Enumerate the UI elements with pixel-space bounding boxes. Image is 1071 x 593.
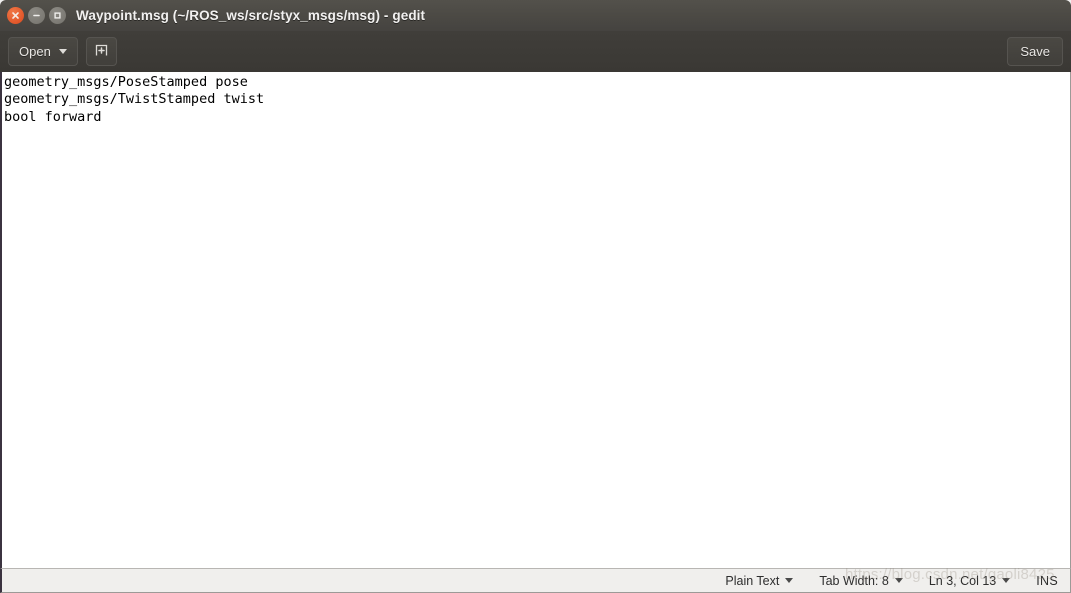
- open-button[interactable]: Open: [8, 37, 78, 66]
- chevron-down-icon: [58, 49, 67, 54]
- cursor-position-label: Ln 3, Col 13: [928, 573, 997, 588]
- minimize-icon[interactable]: [28, 7, 45, 24]
- toolbar-left-group: Open: [8, 37, 117, 66]
- toolbar-right-group: Save: [1007, 37, 1063, 66]
- chevron-down-icon: [1002, 578, 1011, 583]
- window-controls: [7, 7, 66, 24]
- window-title: Waypoint.msg (~/ROS_ws/src/styx_msgs/msg…: [76, 8, 426, 23]
- save-button[interactable]: Save: [1007, 37, 1063, 66]
- insert-mode-label: INS: [1036, 573, 1058, 588]
- language-selector[interactable]: Plain Text: [725, 573, 794, 588]
- insert-mode-indicator[interactable]: INS: [1036, 574, 1058, 588]
- cursor-position[interactable]: Ln 3, Col 13: [928, 573, 1011, 588]
- new-tab-button[interactable]: [85, 37, 117, 66]
- chevron-down-icon: [894, 578, 903, 583]
- text-editor-area[interactable]: geometry_msgs/PoseStamped pose geometry_…: [0, 72, 1071, 568]
- titlebar: Waypoint.msg (~/ROS_ws/src/styx_msgs/msg…: [0, 0, 1071, 31]
- chevron-down-icon: [785, 578, 794, 583]
- open-button-label: Open: [19, 44, 51, 59]
- statusbar: Plain Text Tab Width: 8 Ln 3, Col 13 INS: [0, 568, 1071, 593]
- new-document-icon: [94, 43, 109, 61]
- toolbar: Open Save: [0, 31, 1071, 72]
- editor-content[interactable]: geometry_msgs/PoseStamped pose geometry_…: [4, 74, 1070, 126]
- tab-width-label: Tab Width: 8: [819, 573, 889, 588]
- save-button-label: Save: [1020, 44, 1050, 59]
- close-icon[interactable]: [7, 7, 24, 24]
- maximize-icon[interactable]: [49, 7, 66, 24]
- tab-width-selector[interactable]: Tab Width: 8: [819, 573, 903, 588]
- gedit-window: Waypoint.msg (~/ROS_ws/src/styx_msgs/msg…: [0, 0, 1071, 593]
- language-label: Plain Text: [725, 573, 780, 588]
